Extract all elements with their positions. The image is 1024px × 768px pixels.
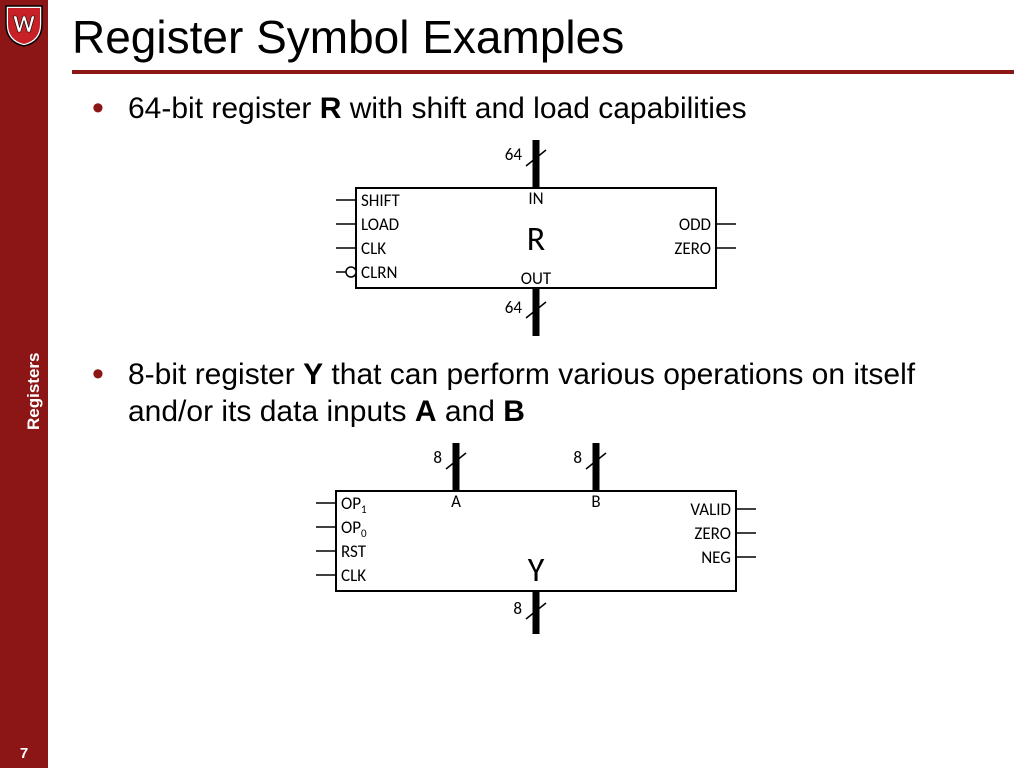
pin-load: LOAD: [361, 214, 399, 235]
page-number: 7: [0, 745, 48, 762]
active-low-bubble-icon: [346, 267, 356, 277]
sidebar: W Registers 7: [0, 0, 48, 768]
port-out: OUT: [521, 268, 552, 289]
bus-width-out: 8: [513, 598, 522, 619]
bullet-2: 8-bit register Y that can perform variou…: [88, 356, 1006, 431]
register-name: Y: [528, 550, 545, 591]
port-b: B: [591, 491, 600, 512]
bus-width-bottom: 64: [505, 297, 523, 318]
register-y-diagram: 8 8 A B Y 8 OP1 OP0 RST CLK VALID ZERO N…: [276, 441, 796, 636]
register-name: R: [527, 219, 545, 260]
bus-width-a: 8: [433, 447, 442, 468]
bus-width-top: 64: [505, 144, 523, 165]
port-in: IN: [528, 188, 543, 209]
pin-neg: NEG: [701, 547, 731, 568]
text-bold: B: [503, 395, 525, 428]
text: 64-bit register: [128, 92, 320, 125]
pin-valid: VALID: [690, 499, 731, 520]
pin-zero: ZERO: [694, 523, 731, 544]
pin-shift: SHIFT: [361, 190, 400, 211]
sidebar-section-label: Registers: [24, 353, 44, 430]
pin-clk: CLK: [361, 238, 386, 259]
page-title: Register Symbol Examples: [72, 10, 1024, 64]
port-a: A: [451, 491, 461, 512]
title-rule: [72, 70, 1014, 74]
pin-clrn: CLRN: [361, 262, 397, 283]
pin-zero: ZERO: [674, 238, 711, 259]
text: 8-bit register: [128, 358, 303, 391]
pin-clk: CLK: [341, 565, 366, 586]
svg-text:W: W: [13, 10, 35, 39]
text-bold: A: [415, 395, 437, 428]
text: and: [437, 395, 504, 428]
text-bold: Y: [303, 358, 323, 391]
pin-rst: RST: [341, 541, 367, 562]
bus-width-b: 8: [573, 447, 582, 468]
slide-content: Register Symbol Examples 64-bit register…: [48, 0, 1024, 768]
register-r-diagram: 64 R IN OUT 64 SHIFT LOAD CLK CLRN ODD Z…: [296, 138, 776, 338]
text: with shift and load capabilities: [341, 92, 746, 125]
pin-odd: ODD: [679, 214, 711, 235]
bullet-1: 64-bit register R with shift and load ca…: [88, 90, 1006, 128]
text-bold: R: [320, 92, 342, 125]
university-crest-icon: W: [4, 4, 44, 48]
